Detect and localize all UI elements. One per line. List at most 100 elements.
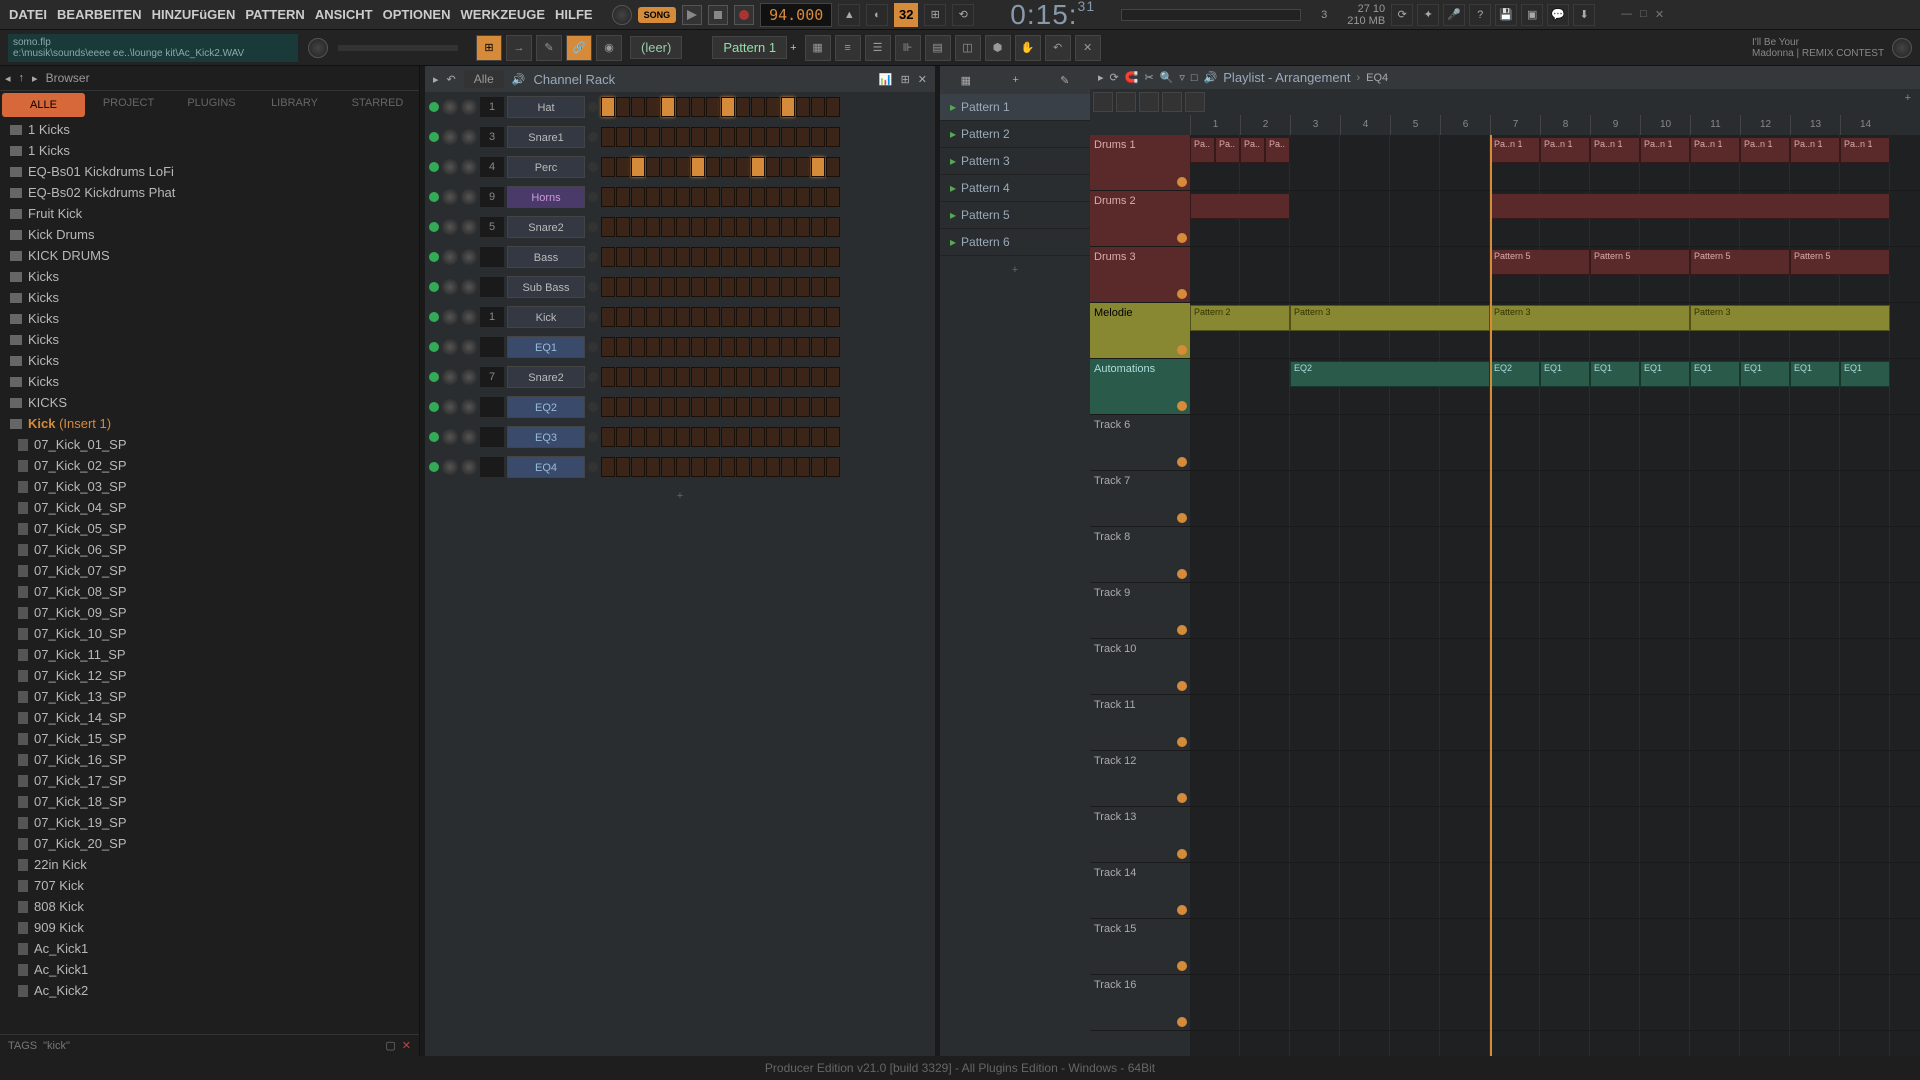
pl-tool-slice[interactable]	[1139, 92, 1159, 112]
step-button[interactable]	[736, 217, 750, 237]
channel-select-led[interactable]	[588, 342, 598, 352]
browser-file[interactable]: 07_Kick_04_SP	[0, 497, 419, 518]
tags-value[interactable]: "kick"	[43, 1040, 70, 1052]
step-button[interactable]	[721, 397, 735, 417]
render-icon[interactable]: ▣	[1521, 4, 1543, 26]
step-button[interactable]	[736, 127, 750, 147]
playlist-clip[interactable]: Pa..n 1	[1540, 137, 1590, 163]
step-button[interactable]	[646, 457, 660, 477]
track-mute-button[interactable]	[1177, 681, 1187, 691]
browser-tab-alle[interactable]: ALLE	[2, 93, 85, 117]
step-button[interactable]	[766, 127, 780, 147]
playlist-clip[interactable]: EQ1	[1590, 361, 1640, 387]
menu-pattern[interactable]: PATTERN	[241, 4, 308, 25]
step-button[interactable]	[721, 157, 735, 177]
step-button[interactable]	[646, 337, 660, 357]
step-button[interactable]	[661, 337, 675, 357]
step-button[interactable]	[706, 247, 720, 267]
playlist-clip[interactable]: Pattern 5	[1490, 249, 1590, 275]
step-button[interactable]	[676, 397, 690, 417]
browser-refresh-icon[interactable]: ↑	[19, 72, 25, 84]
pp-view-icon[interactable]: ▦	[961, 74, 971, 87]
browser-collapse-icon[interactable]: ◂	[5, 72, 11, 85]
step-button[interactable]	[721, 217, 735, 237]
browser-file[interactable]: 07_Kick_12_SP	[0, 665, 419, 686]
pl-sync-icon[interactable]: ⟳	[1110, 71, 1119, 84]
step-button[interactable]	[796, 457, 810, 477]
step-button[interactable]	[661, 277, 675, 297]
channel-select-led[interactable]	[588, 252, 598, 262]
playlist-clip[interactable]: Pa..n 1	[1690, 137, 1740, 163]
track-header[interactable]: Track 12	[1090, 751, 1190, 807]
channel-pan-knob[interactable]	[442, 249, 458, 265]
help-icon[interactable]: ?	[1469, 4, 1491, 26]
step-button[interactable]	[766, 307, 780, 327]
step-button[interactable]	[751, 367, 765, 387]
track-mute-button[interactable]	[1177, 737, 1187, 747]
channel-vol-knob[interactable]	[461, 309, 477, 325]
channel-mixer-num[interactable]: 9	[480, 187, 504, 207]
metronome-icon[interactable]: ▲	[838, 4, 860, 26]
channel-name-button[interactable]: Snare2	[507, 216, 585, 238]
browser-file[interactable]: 22in Kick	[0, 854, 419, 875]
pattern-item[interactable]: ▸Pattern 2	[940, 121, 1090, 148]
channel-vol-knob[interactable]	[461, 219, 477, 235]
step-button[interactable]	[736, 367, 750, 387]
browser-folder[interactable]: Kicks	[0, 371, 419, 392]
play-button[interactable]	[682, 5, 702, 25]
step-button[interactable]	[676, 127, 690, 147]
step-button[interactable]	[721, 307, 735, 327]
track-mute-button[interactable]	[1177, 849, 1187, 859]
minimize-button[interactable]: —	[1621, 8, 1632, 21]
credits-knob[interactable]	[1892, 38, 1912, 58]
browser-folder[interactable]: EQ-Bs01 Kickdrums LoFi	[0, 161, 419, 182]
channel-select-led[interactable]	[588, 462, 598, 472]
step-button[interactable]	[811, 367, 825, 387]
step-button[interactable]	[826, 397, 840, 417]
browser-tab-starred[interactable]: STARRED	[336, 91, 419, 119]
playlist-clip[interactable]: Pattern 3	[1490, 305, 1690, 331]
browser-button[interactable]: ▤	[925, 35, 951, 61]
track-header[interactable]: Melodie	[1090, 303, 1190, 359]
menu-werkzeuge[interactable]: WERKZEUGE	[457, 4, 550, 25]
step-button[interactable]	[646, 307, 660, 327]
step-button[interactable]	[616, 367, 630, 387]
step-button[interactable]	[676, 307, 690, 327]
playlist-clip[interactable]: EQ1	[1640, 361, 1690, 387]
playhead[interactable]	[1490, 135, 1492, 1056]
step-button[interactable]	[751, 397, 765, 417]
playlist-clip[interactable]: Pa..n 1	[1640, 137, 1690, 163]
playlist-grid[interactable]: Pa..Pa..Pa..Pa..Pa..n 1Pa..n 1Pa..n 1Pa.…	[1190, 135, 1920, 1056]
step-button[interactable]	[706, 97, 720, 117]
channel-name-button[interactable]: EQ4	[507, 456, 585, 478]
step-button[interactable]	[706, 217, 720, 237]
ruler-mark[interactable]: 8	[1540, 115, 1590, 135]
channel-name-button[interactable]: EQ3	[507, 426, 585, 448]
step-button[interactable]	[811, 397, 825, 417]
pl-tool-draw[interactable]	[1093, 92, 1113, 112]
channel-mixer-num[interactable]: 5	[480, 217, 504, 237]
step-button[interactable]	[781, 247, 795, 267]
step-button[interactable]	[766, 97, 780, 117]
browser-file[interactable]: 07_Kick_20_SP	[0, 833, 419, 854]
track-header[interactable]: Drums 3	[1090, 247, 1190, 303]
step-button[interactable]	[826, 427, 840, 447]
step-button[interactable]	[601, 457, 615, 477]
step-button[interactable]	[811, 157, 825, 177]
ruler-mark[interactable]: 4	[1340, 115, 1390, 135]
pl-tool-zoom[interactable]	[1185, 92, 1205, 112]
track-header[interactable]: Track 9	[1090, 583, 1190, 639]
step-button[interactable]	[751, 457, 765, 477]
playlist-clip[interactable]: EQ1	[1690, 361, 1740, 387]
step-button[interactable]	[616, 427, 630, 447]
track-mute-button[interactable]	[1177, 401, 1187, 411]
step-button[interactable]	[721, 127, 735, 147]
channel-pan-knob[interactable]	[442, 279, 458, 295]
channel-mute-led[interactable]	[429, 222, 439, 232]
step-button[interactable]	[736, 427, 750, 447]
browser-folder[interactable]: 1 Kicks	[0, 140, 419, 161]
step-button[interactable]	[676, 217, 690, 237]
step-button[interactable]	[796, 127, 810, 147]
step-button[interactable]	[661, 127, 675, 147]
channel-mixer-num[interactable]	[480, 397, 504, 417]
